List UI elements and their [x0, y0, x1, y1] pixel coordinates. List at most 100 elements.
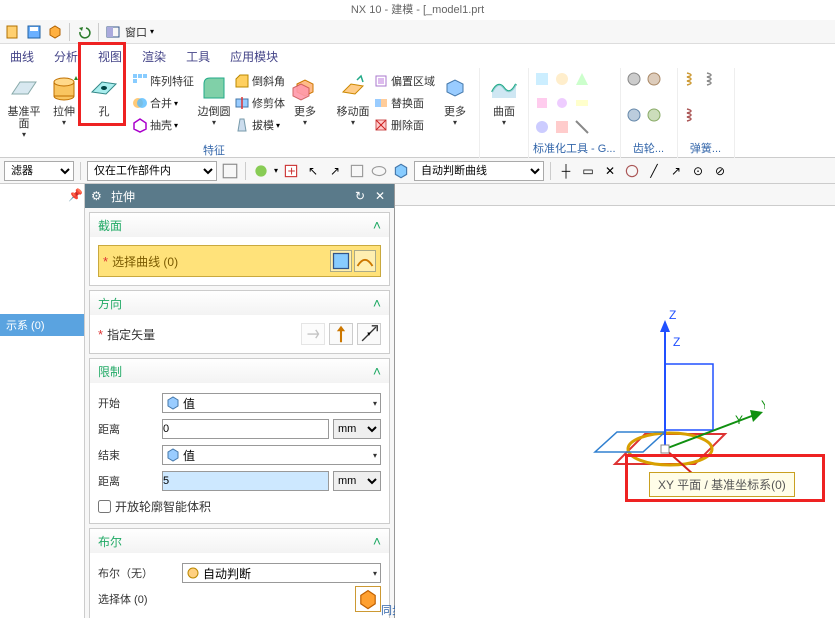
hole-button[interactable]: 孔	[84, 70, 124, 144]
gear-tool-icon-4[interactable]	[645, 106, 663, 124]
filter-icon-11[interactable]: ✕	[601, 162, 619, 180]
svg-text:Z: Z	[673, 335, 680, 349]
gear-tool-icon-1[interactable]	[625, 70, 643, 88]
tool-icon-4[interactable]	[533, 94, 551, 112]
chamfer-button[interactable]: 倒斜角	[234, 70, 285, 92]
vector-menu-icon[interactable]: ▾	[357, 323, 381, 345]
end-type-select[interactable]: 值▾	[162, 445, 381, 465]
datum-plane-button[interactable]: 基准平面▾	[4, 70, 44, 144]
start-label: 开始	[98, 395, 158, 411]
quick-access-toolbar: 窗口▾	[0, 20, 835, 44]
filter-icon-13[interactable]: ╱	[645, 162, 663, 180]
more-sync-button[interactable]: 更多▾	[435, 70, 475, 156]
filter-icon-16[interactable]: ⊘	[711, 162, 729, 180]
filter-icon-8[interactable]	[392, 162, 410, 180]
reset-icon[interactable]: ↻	[352, 188, 368, 204]
filter-icon-3[interactable]: +	[282, 162, 300, 180]
open-profile-checkbox[interactable]	[98, 500, 111, 513]
curve-rule-select[interactable]: 自动判断曲线	[414, 161, 544, 181]
spring-tool-icon-3[interactable]	[682, 106, 700, 124]
left-rail-item[interactable]: 示系 (0)	[0, 314, 84, 336]
tool-icon-2[interactable]	[553, 70, 571, 88]
spring-tool-icon-1[interactable]	[682, 70, 700, 88]
trim-body-button[interactable]: 修剪体	[234, 92, 285, 114]
extrude-button[interactable]: 拉伸▾	[44, 70, 84, 144]
menu-app-module[interactable]: 应用模块	[230, 48, 278, 65]
end-unit-select[interactable]: mm	[333, 471, 381, 491]
surface-button[interactable]: 曲面▾	[484, 70, 524, 156]
trim-body-icon	[234, 95, 250, 111]
tool-icon-9[interactable]	[573, 118, 591, 136]
close-icon[interactable]: ✕	[372, 188, 388, 204]
gear-tool-icon-3[interactable]	[625, 106, 643, 124]
menu-render[interactable]: 渲染	[142, 48, 166, 65]
vector-icon[interactable]	[329, 323, 353, 345]
filter-icon-10[interactable]: ▭	[579, 162, 597, 180]
replace-face-button[interactable]: 替换面	[373, 92, 435, 114]
tool-icon-6[interactable]	[573, 94, 591, 112]
boolean-select[interactable]: 自动判断▾	[182, 563, 381, 583]
menu-tools[interactable]: 工具	[186, 48, 210, 65]
sketch-section-icon[interactable]	[330, 250, 352, 272]
draft-button[interactable]: 拔模▾	[234, 114, 285, 136]
group-label-toolb: 齿轮...	[625, 140, 673, 156]
extrude-dialog: ⚙ 拉伸 ↻ ✕ 截面˄ * 选择曲线 (0) 方向˄	[85, 184, 395, 618]
reverse-icon[interactable]	[301, 323, 325, 345]
main-area: 📌 示系 (0) ⚙ 拉伸 ↻ ✕ 截面˄ * 选择曲线 (0)	[0, 184, 835, 618]
shell-button[interactable]: 抽壳▾	[132, 114, 194, 136]
menu-view[interactable]: 视图	[98, 48, 122, 65]
end-distance-input[interactable]	[162, 471, 329, 491]
start-distance-input[interactable]	[162, 419, 329, 439]
section-header[interactable]: 截面˄	[90, 213, 389, 237]
scope-select[interactable]: 仅在工作部件内	[87, 161, 217, 181]
specify-vector-label: 指定矢量	[107, 326, 297, 343]
start-type-select[interactable]: 值▾	[162, 393, 381, 413]
offset-region-button[interactable]: 偏置区域	[373, 70, 435, 92]
filter-select[interactable]: 滤器	[4, 161, 74, 181]
window-menu[interactable]: 窗口	[125, 24, 147, 40]
viewport-icon[interactable]	[104, 23, 122, 41]
gear-icon[interactable]: ⚙	[91, 189, 105, 203]
file-icon[interactable]	[4, 23, 22, 41]
filter-icon-4[interactable]: ↖	[304, 162, 322, 180]
open-profile-label: 开放轮廓智能体积	[115, 498, 211, 515]
curve-icon[interactable]	[354, 250, 376, 272]
undo-icon[interactable]	[75, 23, 93, 41]
start-unit-select[interactable]: mm	[333, 419, 381, 439]
extrude-icon	[48, 72, 80, 104]
menu-curve[interactable]: 曲线	[10, 48, 34, 65]
surface-icon	[488, 72, 520, 104]
tool-icon-3[interactable]	[573, 70, 591, 88]
move-face-button[interactable]: 移动面▾	[333, 70, 373, 156]
filter-icon-1[interactable]	[221, 162, 239, 180]
pattern-feature-button[interactable]: 阵列特征	[132, 70, 194, 92]
filter-icon-12[interactable]	[623, 162, 641, 180]
tool-icon-1[interactable]	[533, 70, 551, 88]
save-icon[interactable]	[25, 23, 43, 41]
direction-header[interactable]: 方向˄	[90, 291, 389, 315]
distance-label-1: 距离	[98, 421, 158, 437]
filter-icon-7[interactable]	[370, 162, 388, 180]
limits-header[interactable]: 限制˄	[90, 359, 389, 383]
graphics-viewport[interactable]: Z Z Y Y X XY 平面 / 基准坐标系(0)	[395, 184, 835, 618]
filter-icon-14[interactable]: ↗	[667, 162, 685, 180]
menu-analysis[interactable]: 分析	[54, 48, 78, 65]
draft-icon	[234, 117, 250, 133]
limits-section: 限制˄ 开始 值▾ 距离 mm 结束 值▾	[89, 358, 390, 524]
spring-tool-icon-2[interactable]	[702, 70, 720, 88]
filter-icon-9[interactable]: ┼	[557, 162, 575, 180]
filter-icon-6[interactable]	[348, 162, 366, 180]
filter-icon-5[interactable]: ↗	[326, 162, 344, 180]
tool-icon-5[interactable]	[553, 94, 571, 112]
combine-button[interactable]: 合并▾	[132, 92, 194, 114]
tool-icon-7[interactable]	[533, 118, 551, 136]
delete-face-button[interactable]: 删除面	[373, 114, 435, 136]
boolean-header[interactable]: 布尔˄	[90, 529, 389, 553]
filter-icon-15[interactable]: ⊙	[689, 162, 707, 180]
select-curve-row[interactable]: * 选择曲线 (0)	[98, 245, 381, 277]
filter-icon-2[interactable]	[252, 162, 270, 180]
pin-icon[interactable]: 📌	[68, 188, 80, 200]
gear-tool-icon-2[interactable]	[645, 70, 663, 88]
box-icon[interactable]	[46, 23, 64, 41]
tool-icon-8[interactable]	[553, 118, 571, 136]
